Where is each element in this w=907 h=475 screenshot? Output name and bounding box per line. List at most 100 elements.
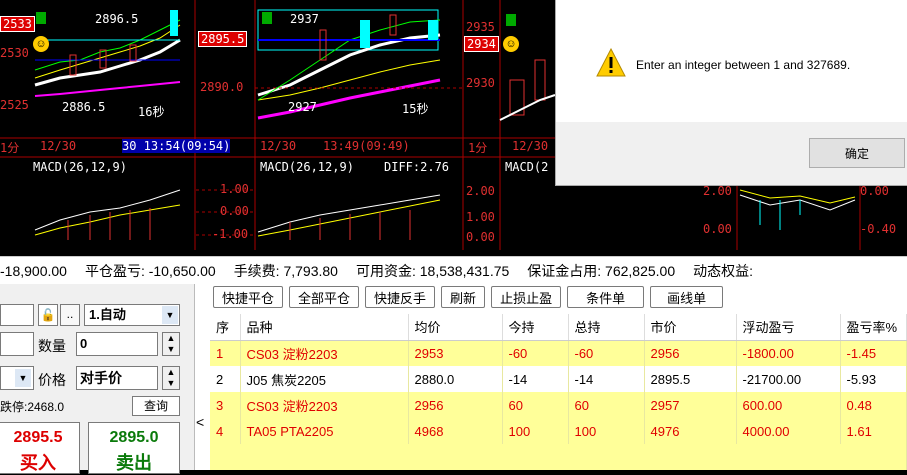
warning-icon (596, 48, 626, 77)
pane2-price-hi: 2937 (290, 12, 319, 26)
pane5-macd-scale: -0.40 (860, 222, 897, 236)
pane2-macd-label: MACD(26,12,9) (260, 160, 354, 174)
pane1-scale-price: 2525 (0, 98, 29, 112)
table-cell: TA05 PTA2205 (240, 418, 409, 444)
mode-select[interactable]: 1.自动 ▼ (84, 304, 180, 326)
stop-loss-button[interactable]: 止损止盈 (491, 286, 562, 308)
table-cell: -1800.00 (736, 340, 841, 366)
column-header[interactable]: 序 (210, 314, 241, 341)
table-cell: -14 (502, 366, 569, 392)
status-item: 动态权益: (693, 262, 754, 279)
collapse-arrow-icon[interactable]: < (196, 414, 204, 430)
close-all-button[interactable]: 全部平仓 (289, 286, 360, 308)
table-cell: 0.48 (840, 392, 907, 418)
contract-input[interactable] (0, 304, 34, 326)
column-header[interactable]: 盈亏率% (840, 314, 907, 341)
status-item: 可用资金: 18,538,431.75 (355, 262, 510, 279)
line-order-button[interactable]: 画线单 (650, 286, 724, 308)
price-label: 价格 (38, 372, 66, 388)
quick-close-button[interactable]: 快捷平仓 (213, 286, 284, 308)
table-row[interactable]: 1 CS03 淀粉2203 2953 -60 -60 2956 -1800.00… (210, 340, 907, 366)
pane1-time: 30 13:54(09:54) (122, 139, 231, 153)
sell-button[interactable]: 2895.0 卖出 (88, 422, 180, 474)
table-cell (210, 444, 907, 470)
column-header[interactable]: 市价 (644, 314, 737, 341)
quick-reverse-button[interactable]: 快捷反手 (365, 286, 436, 308)
pane5-macd-scale: 0.00 (860, 184, 889, 198)
sell-price: 2895.0 (109, 429, 159, 446)
table-cell: 3 (210, 392, 241, 418)
ok-button[interactable]: 确定 (809, 138, 905, 168)
status-item: -18,900.00 (0, 262, 67, 279)
pane2-macd-scale: -1.00 (212, 227, 249, 241)
table-cell: 60 (502, 392, 569, 418)
dots-button[interactable]: .. (60, 304, 80, 326)
lock-icon (506, 14, 516, 26)
price-value: 对手价 (80, 370, 122, 386)
table-row[interactable]: 4 TA05 PTA2205 4968 100 100 4976 4000.00… (210, 418, 907, 444)
price-input[interactable]: 对手价 (76, 366, 158, 390)
pane1-price-hi: 2896.5 (95, 12, 139, 26)
pane3-scale-price: 2935 (466, 20, 495, 34)
qty-input[interactable]: 0 (76, 332, 158, 356)
positions-table: 序 品种 均价 今持 总持 市价 浮动盈亏 盈亏率% 1 CS03 淀粉2203… (210, 314, 907, 470)
chart-area: 2533 2530 2525 2896.5 2886.5 16秒 1分 12/3… (0, 0, 907, 250)
pane1-scale-price: 2530 (0, 46, 29, 60)
pane1-period: 16秒 (138, 105, 165, 119)
pane1-macd-label: MACD(26,12,9) (33, 160, 127, 174)
pane2-macd-scale: 0.00 (220, 204, 249, 218)
pane1-price-lo: 2886.5 (62, 100, 106, 114)
table-cell: -60 (568, 340, 645, 366)
column-header[interactable]: 浮动盈亏 (736, 314, 841, 341)
table-cell: 2957 (644, 392, 737, 418)
column-header[interactable]: 均价 (408, 314, 503, 341)
qty-stepper[interactable]: ▲ ▼ (162, 332, 180, 356)
table-cell: 2956 (644, 340, 737, 366)
table-cell: 4 (210, 418, 241, 444)
table-cell: 2953 (408, 340, 503, 366)
lock-icon (262, 12, 272, 24)
table-cell: -1.45 (840, 340, 907, 366)
pane2-scale-price: 2890.0 (200, 80, 244, 94)
table-cell: 2880.0 (408, 366, 503, 392)
pane2-box-price: 2895.5 (198, 31, 248, 47)
status-item: 保证金占用: 762,825.00 (527, 262, 676, 279)
buy-price: 2895.5 (13, 429, 63, 446)
column-header[interactable]: 品种 (240, 314, 409, 341)
status-item: 手续费: 7,793.80 (233, 262, 338, 279)
pane2-price-lo: 2927 (288, 100, 317, 114)
lock-icon (36, 12, 46, 24)
table-cell: 4968 (408, 418, 503, 444)
table-cell: 4976 (644, 418, 737, 444)
pane3-macd-scale: 0.00 (466, 230, 495, 244)
unlock-icon[interactable]: 🔓 (38, 304, 58, 326)
table-cell: -21700.00 (736, 366, 841, 392)
pane1-box-price: 2533 (0, 16, 35, 32)
account-select[interactable] (0, 332, 34, 356)
refresh-button[interactable]: 刷新 (441, 286, 486, 308)
table-row[interactable]: 3 CS03 淀粉2203 2956 60 60 2957 600.00 0.4… (210, 392, 907, 418)
query-button[interactable]: 查询 (132, 396, 180, 416)
pane3-date: 12/30 (512, 139, 549, 153)
conditional-order-button[interactable]: 条件单 (567, 286, 645, 308)
table-row[interactable]: 2 J05 焦炭2205 2880.0 -14 -14 2895.5 -2170… (210, 366, 907, 392)
table-cell: 100 (568, 418, 645, 444)
table-cell: 100 (502, 418, 569, 444)
column-header[interactable]: 今持 (502, 314, 569, 341)
table-cell: J05 焦炭2205 (240, 366, 409, 392)
table-cell: 2 (210, 366, 241, 392)
table-cell: 4000.00 (736, 418, 841, 444)
account-status-bar: -18,900.00 平仓盈亏: -10,650.00 手续费: 7,793.8… (0, 256, 907, 284)
chevron-down-icon: ▼ (15, 369, 31, 387)
direction-select[interactable]: ▼ (0, 366, 34, 390)
status-item: 平仓盈亏: -10,650.00 (84, 262, 216, 279)
table-row-empty (210, 444, 907, 470)
pane3-macd-scale: 2.00 (466, 184, 495, 198)
table-cell: 600.00 (736, 392, 841, 418)
smiley-icon: ☺ (503, 36, 519, 52)
qty-label: 数量 (38, 338, 66, 354)
column-header[interactable]: 总持 (568, 314, 645, 341)
pane2-date: 12/30 (260, 139, 297, 153)
buy-button[interactable]: 2895.5 买入 (0, 422, 80, 474)
price-stepper[interactable]: ▲ ▼ (162, 366, 180, 390)
